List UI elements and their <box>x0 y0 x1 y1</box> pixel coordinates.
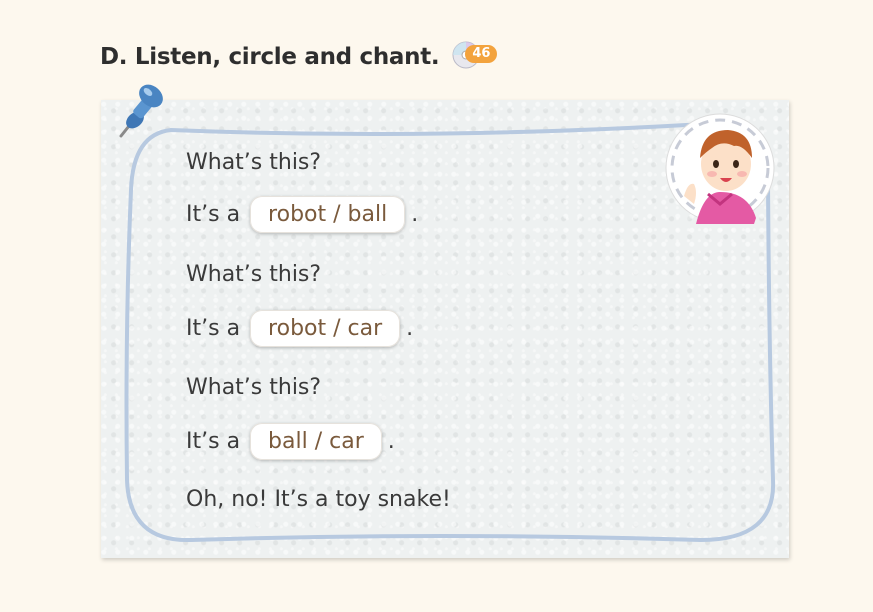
choice-box-3[interactable]: ball / car <box>250 423 382 460</box>
choice-box-1[interactable]: robot / ball <box>250 196 406 233</box>
answer-line-2: It’s a robot / car . <box>186 310 413 347</box>
question-line-3: What’s this? <box>186 375 321 400</box>
closing-text: Oh, no! It’s a toy snake! <box>186 487 451 512</box>
answer-period: . <box>406 316 414 341</box>
exercise-title: D. Listen, circle and chant. <box>100 44 440 70</box>
closing-line: Oh, no! It’s a toy snake! <box>186 487 451 512</box>
audio-track-badge[interactable]: 46 <box>451 40 501 74</box>
answer-prefix: It’s a <box>186 316 241 341</box>
child-avatar-icon <box>665 113 775 224</box>
question-line-2: What’s this? <box>186 262 321 287</box>
question-line-1: What’s this? <box>186 150 321 175</box>
answer-line-3: It’s a ball / car . <box>186 423 395 460</box>
exercise-heading: D. Listen, circle and chant. 46 <box>100 40 501 74</box>
push-pin-icon <box>119 84 163 138</box>
track-number: 46 <box>465 45 498 63</box>
choice-box-2[interactable]: robot / car <box>250 310 401 347</box>
question-text: What’s this? <box>186 262 322 287</box>
answer-prefix: It’s a <box>186 429 241 454</box>
question-text: What’s this? <box>186 375 322 400</box>
question-text: What’s this? <box>186 150 322 175</box>
answer-prefix: It’s a <box>186 202 241 227</box>
answer-line-1: It’s a robot / ball . <box>186 196 418 233</box>
answer-period: . <box>387 429 395 454</box>
answer-period: . <box>411 202 419 227</box>
